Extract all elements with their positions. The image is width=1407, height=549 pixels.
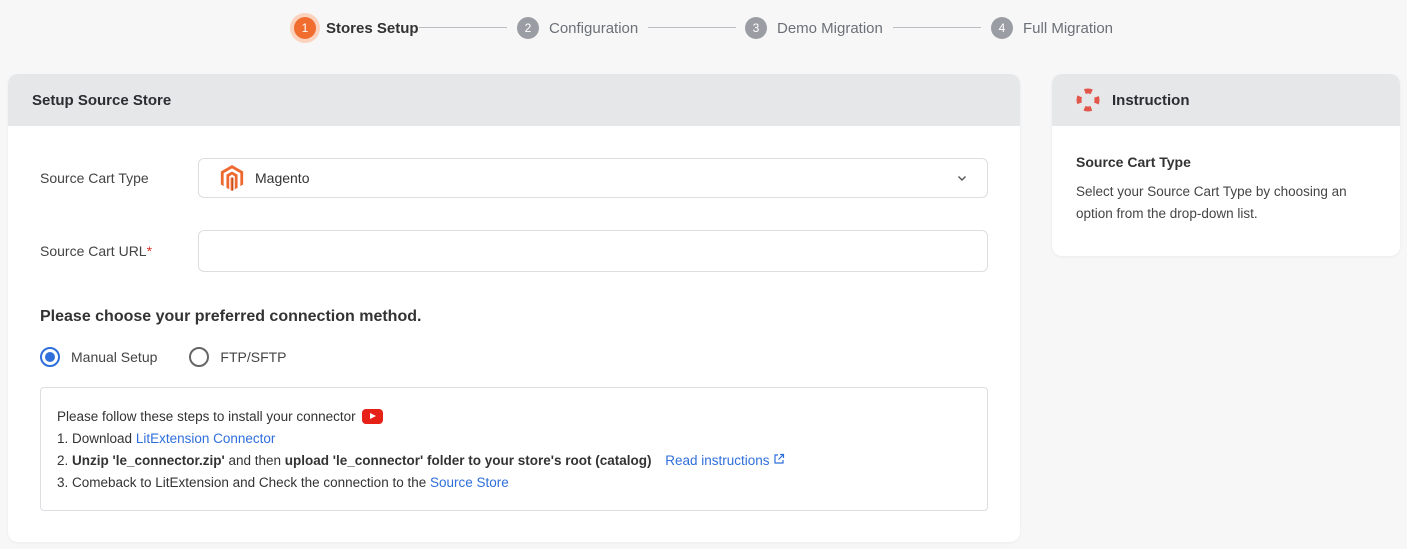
step-2-mid-text: and then bbox=[224, 453, 285, 468]
external-link-icon bbox=[773, 453, 784, 464]
radio-manual-setup[interactable]: Manual Setup bbox=[40, 347, 157, 367]
instruction-text: Select your Source Cart Type by choosing… bbox=[1076, 184, 1347, 221]
step-1-text: 1. Download bbox=[57, 431, 136, 446]
required-marker: * bbox=[146, 243, 153, 259]
instruction-subtitle: Source Cart Type bbox=[1076, 154, 1191, 170]
source-cart-url-input[interactable] bbox=[198, 230, 988, 272]
step-connector bbox=[648, 27, 736, 28]
card-title: Setup Source Store bbox=[8, 74, 1020, 126]
step-label: Configuration bbox=[549, 19, 639, 37]
source-cart-type-row: Source Cart Type Magento bbox=[40, 158, 988, 198]
radio-label[interactable]: Manual Setup bbox=[71, 349, 157, 365]
source-cart-type-select[interactable]: Magento bbox=[198, 158, 988, 198]
step-full-migration[interactable]: 4 Full Migration bbox=[991, 14, 1113, 42]
step-number: 1 bbox=[294, 17, 316, 39]
step-connector bbox=[893, 27, 981, 28]
step-demo-migration[interactable]: 3 Demo Migration bbox=[745, 14, 883, 42]
read-instructions-link[interactable]: Read instructions bbox=[665, 453, 784, 468]
step-label: Full Migration bbox=[1023, 19, 1114, 37]
connection-method-radios: Manual Setup FTP/SFTP bbox=[40, 347, 319, 367]
step-number: 3 bbox=[745, 17, 767, 39]
step-stores-setup[interactable]: 1 Stores Setup bbox=[294, 14, 419, 42]
read-instructions-text[interactable]: Read instructions bbox=[665, 453, 769, 468]
progress-stepper: 1 Stores Setup 2 Configuration 3 Demo Mi… bbox=[0, 14, 1407, 42]
youtube-icon[interactable] bbox=[361, 409, 383, 424]
radio-circle[interactable] bbox=[189, 347, 210, 367]
source-cart-url-label-text: Source Cart URL bbox=[40, 243, 147, 259]
radio-circle[interactable] bbox=[40, 347, 60, 367]
instruction-header: Instruction bbox=[1052, 74, 1400, 126]
lifebuoy-icon bbox=[1076, 88, 1100, 112]
chevron-down-icon bbox=[958, 176, 966, 181]
instruction-title: Instruction bbox=[1112, 91, 1190, 109]
source-cart-type-label: Source Cart Type bbox=[40, 170, 149, 186]
step-label: Stores Setup bbox=[326, 19, 419, 37]
instruction-step-2: 2. Unzip 'le_connector.zip' and then upl… bbox=[57, 450, 971, 472]
instruction-card: Instruction Source Cart Type Select your… bbox=[1052, 74, 1400, 256]
litextension-connector-link[interactable]: LitExtension Connector bbox=[136, 431, 276, 446]
source-cart-url-label: Source Cart URL* bbox=[40, 243, 198, 259]
source-cart-url-row: Source Cart URL* bbox=[40, 230, 988, 272]
source-store-link[interactable]: Source Store bbox=[430, 475, 509, 490]
step-configuration[interactable]: 2 Configuration bbox=[517, 14, 638, 42]
magento-logo-icon bbox=[220, 165, 244, 191]
instructions-intro: Please follow these steps to install you… bbox=[57, 406, 971, 428]
step-2-upload-text: upload 'le_connector' folder to your sto… bbox=[284, 453, 652, 468]
step-connector bbox=[419, 27, 507, 28]
radio-ftp-sftp[interactable]: FTP/SFTP bbox=[189, 347, 287, 367]
instruction-step-1: 1. Download LitExtension Connector bbox=[57, 428, 971, 450]
step-label: Demo Migration bbox=[777, 19, 883, 37]
instruction-step-3: 3. Comeback to LitExtension and Check th… bbox=[57, 472, 971, 494]
step-2-prefix: 2. bbox=[57, 453, 73, 468]
connection-method-title: Please choose your preferred connection … bbox=[40, 308, 422, 325]
selected-cart-type: Magento bbox=[255, 170, 310, 186]
radio-label[interactable]: FTP/SFTP bbox=[220, 349, 286, 365]
connector-instructions-box: Please follow these steps to install you… bbox=[40, 387, 988, 511]
step-3-text: 3. Comeback to LitExtension and Check th… bbox=[57, 475, 430, 490]
step-number: 4 bbox=[991, 17, 1013, 39]
radio-dot bbox=[45, 352, 55, 362]
step-number: 2 bbox=[517, 17, 539, 39]
instructions-intro-text: Please follow these steps to install you… bbox=[57, 409, 356, 424]
setup-source-store-card: Setup Source Store Source Cart Type Mage… bbox=[8, 74, 1020, 542]
step-2-unzip-text: Unzip 'le_connector.zip' bbox=[72, 453, 225, 468]
